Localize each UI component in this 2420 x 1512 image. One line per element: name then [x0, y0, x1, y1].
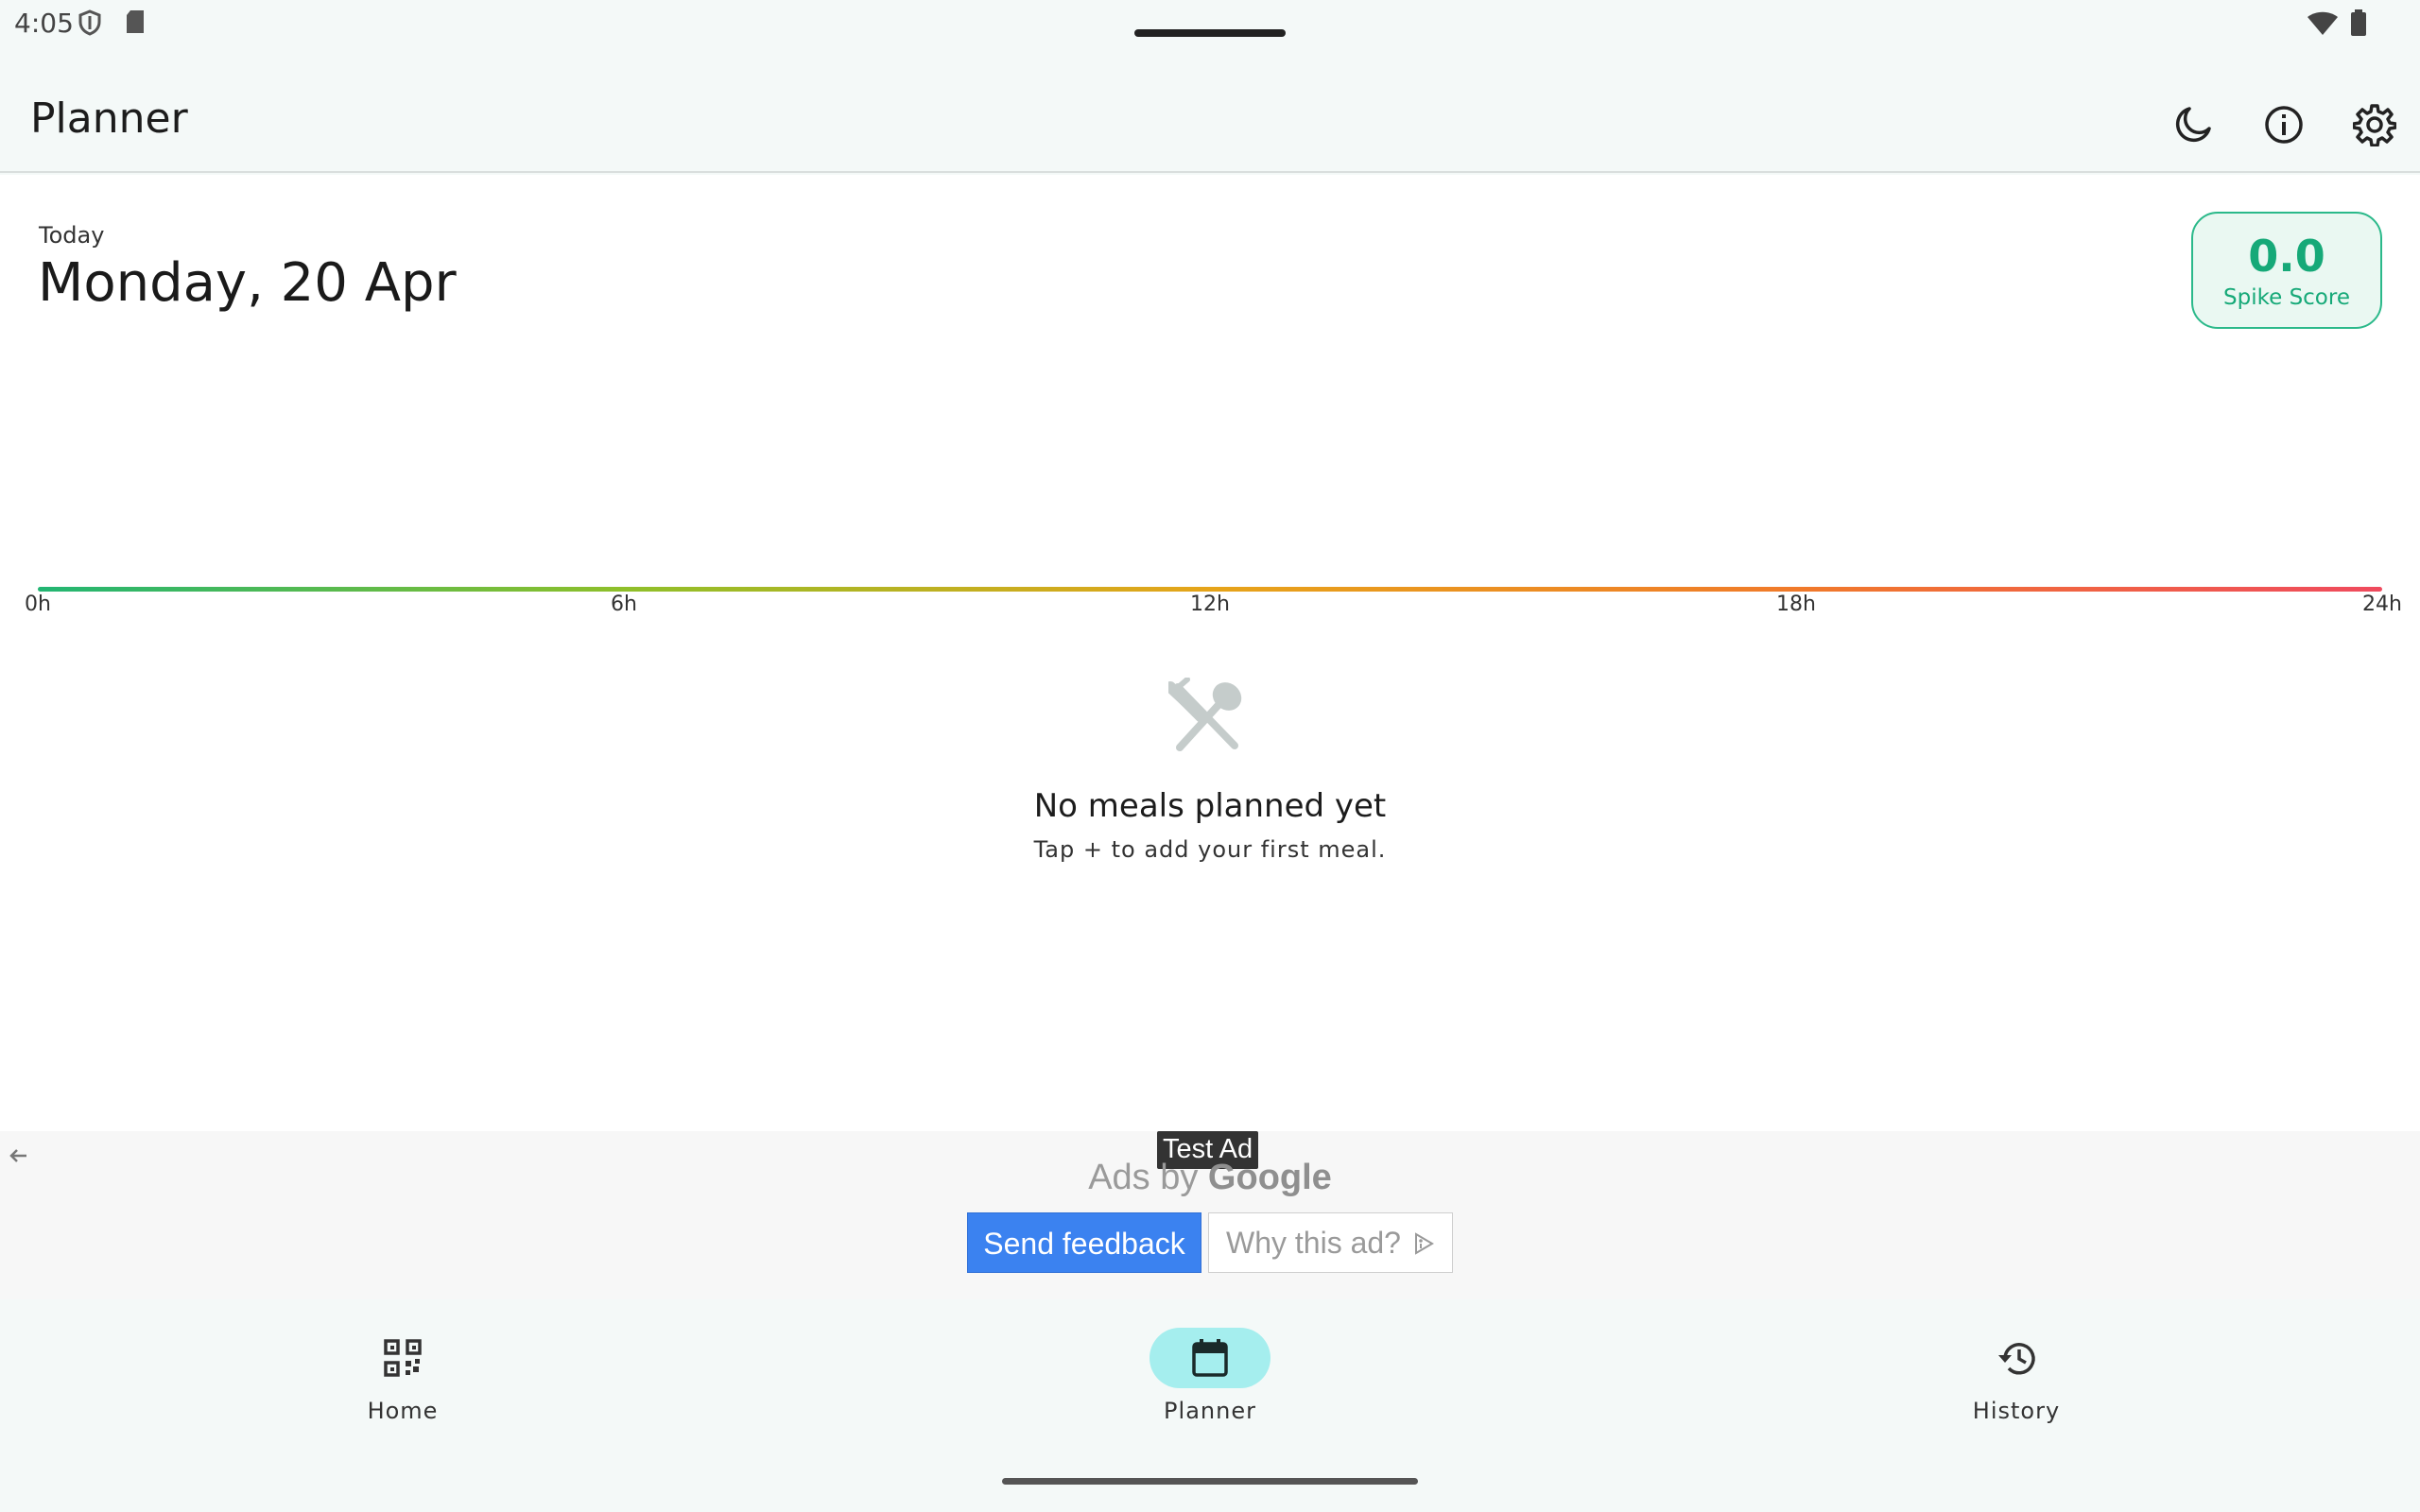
nav-home-label: Home: [367, 1398, 439, 1424]
timeline-tick: 18h: [1776, 593, 1816, 616]
timeline-tick: 24h: [2362, 593, 2402, 616]
calendar-icon: [1192, 1339, 1228, 1377]
nav-home-indicator: [342, 1328, 463, 1388]
spike-score-card[interactable]: 0.0 Spike Score: [2191, 212, 2382, 329]
empty-state-subtitle: Tap + to add your first meal.: [1033, 836, 1387, 863]
nav-planner-indicator: [1150, 1328, 1270, 1388]
moon-icon: [2175, 107, 2211, 143]
settings-icon: [2353, 104, 2396, 146]
qr-code-icon: [384, 1339, 422, 1377]
empty-state-title: No meals planned yet: [1033, 787, 1387, 825]
gesture-handle: [1002, 1478, 1418, 1485]
app-bar: Planner: [0, 47, 2420, 173]
wifi-icon: [2307, 11, 2339, 41]
spike-score-label: Spike Score: [2223, 285, 2350, 310]
why-this-ad-label: Why this ad?: [1226, 1226, 1401, 1260]
bottom-navigation: Home Planner History: [0, 1299, 2420, 1512]
sd-card-icon: [125, 9, 146, 39]
shield-icon: [78, 9, 102, 41]
battery-icon: [2350, 9, 2367, 41]
camera-notch: [1134, 29, 1286, 37]
nav-history[interactable]: History: [1893, 1328, 2139, 1432]
dark-mode-button[interactable]: [2167, 98, 2220, 151]
utensils-icon: [1160, 677, 1252, 758]
info-icon: [2265, 106, 2303, 144]
nav-history-label: History: [1972, 1398, 2061, 1424]
history-icon: [1998, 1343, 2035, 1375]
google-logo-text: Google: [1207, 1158, 1332, 1197]
nav-home[interactable]: Home: [280, 1328, 526, 1432]
info-button[interactable]: [2257, 98, 2310, 151]
ad-banner: Test Ad Ads by Google Send feedback Why …: [0, 1131, 2420, 1299]
nav-planner[interactable]: Planner: [1087, 1328, 1333, 1432]
timeline-bar: [38, 587, 2382, 592]
ads-by-text: Ads by: [1088, 1158, 1199, 1197]
nav-history-indicator: [1956, 1328, 2077, 1388]
timeline-tick: 6h: [611, 593, 637, 616]
date-title: Monday, 20 Apr: [38, 252, 457, 314]
nav-planner-label: Planner: [1164, 1398, 1256, 1424]
today-label: Today: [39, 222, 105, 249]
spike-score-value: 0.0: [2248, 231, 2325, 282]
why-this-ad-button[interactable]: Why this ad?: [1208, 1212, 1453, 1273]
status-time: 4:05: [14, 8, 74, 39]
planner-content: Today Monday, 20 Apr 0.0 Spike Score 0h …: [0, 175, 2420, 1275]
page-title: Planner: [30, 94, 188, 143]
ads-by-google: Ads by Google: [0, 1158, 2420, 1198]
send-feedback-button[interactable]: Send feedback: [967, 1212, 1201, 1273]
timeline-tick: 0h: [25, 593, 51, 616]
status-bar: 4:05: [0, 0, 2420, 47]
adchoices-icon: [1415, 1232, 1434, 1255]
timeline-tick: 12h: [1190, 593, 1230, 616]
settings-button[interactable]: [2348, 98, 2401, 151]
